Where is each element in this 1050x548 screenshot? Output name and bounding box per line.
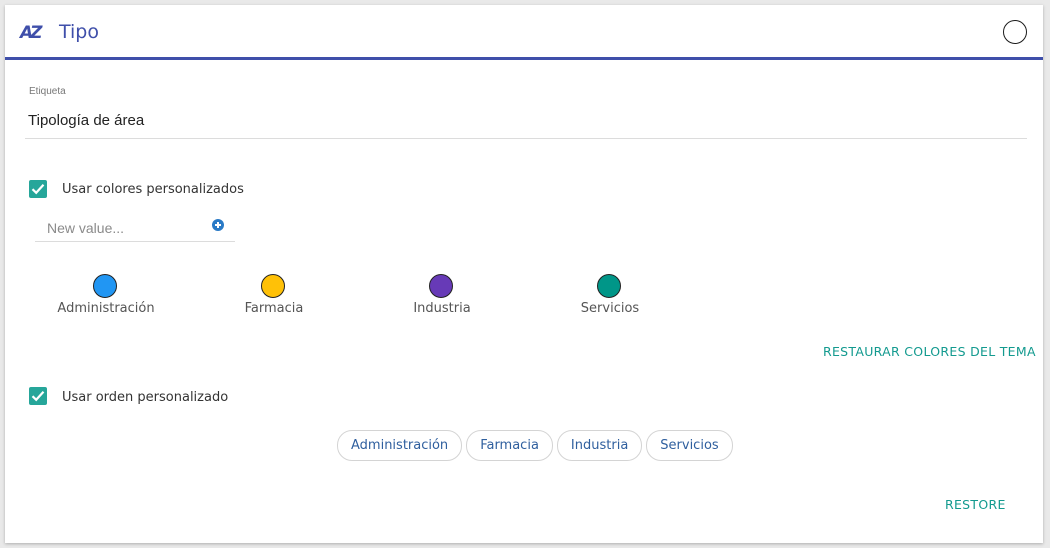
order-chip-list: Administración Farmacia Industria Servic… <box>337 430 733 461</box>
color-label: Farmacia <box>244 301 304 316</box>
field-value[interactable]: Tipología de área <box>28 112 144 129</box>
order-chip[interactable]: Farmacia <box>466 430 553 461</box>
az-icon: AZ <box>20 23 43 43</box>
custom-colors-label: Usar colores personalizados <box>62 182 244 197</box>
color-swatch[interactable] <box>429 274 453 298</box>
panel-title: Tipo <box>59 21 99 43</box>
color-swatch[interactable] <box>597 274 621 298</box>
field-label: Etiqueta <box>29 86 66 97</box>
plus-circle-icon[interactable] <box>212 219 224 231</box>
custom-order-label: Usar orden personalizado <box>62 390 229 405</box>
new-value-input[interactable] <box>35 214 235 242</box>
color-item: Servicios <box>540 274 680 324</box>
color-label: Industria <box>413 301 471 316</box>
order-chip[interactable]: Administración <box>337 430 463 461</box>
order-chip[interactable]: Servicios <box>646 430 733 461</box>
custom-colors-checkbox[interactable] <box>29 180 47 198</box>
panel-header: AZ Tipo <box>5 5 1043 60</box>
restore-theme-colors-button[interactable]: RESTAURAR COLORES DEL TEMA <box>823 344 1036 359</box>
check-icon <box>31 391 45 402</box>
color-swatch[interactable] <box>261 274 285 298</box>
field-underline <box>25 138 1027 139</box>
custom-order-checkbox[interactable] <box>29 387 47 405</box>
order-chip[interactable]: Industria <box>556 430 643 461</box>
color-item: Administración <box>36 274 176 324</box>
color-label: Administración <box>57 301 155 316</box>
color-swatch[interactable] <box>93 274 117 298</box>
circle-toggle-button[interactable] <box>1003 20 1027 44</box>
check-icon <box>31 184 45 195</box>
type-panel: AZ Tipo Etiqueta Tipología de área Usar … <box>5 5 1043 543</box>
restore-button[interactable]: RESTORE <box>945 497 1006 512</box>
color-item: Farmacia <box>204 274 344 324</box>
color-label: Servicios <box>580 301 640 316</box>
color-item: Industria <box>372 274 512 324</box>
